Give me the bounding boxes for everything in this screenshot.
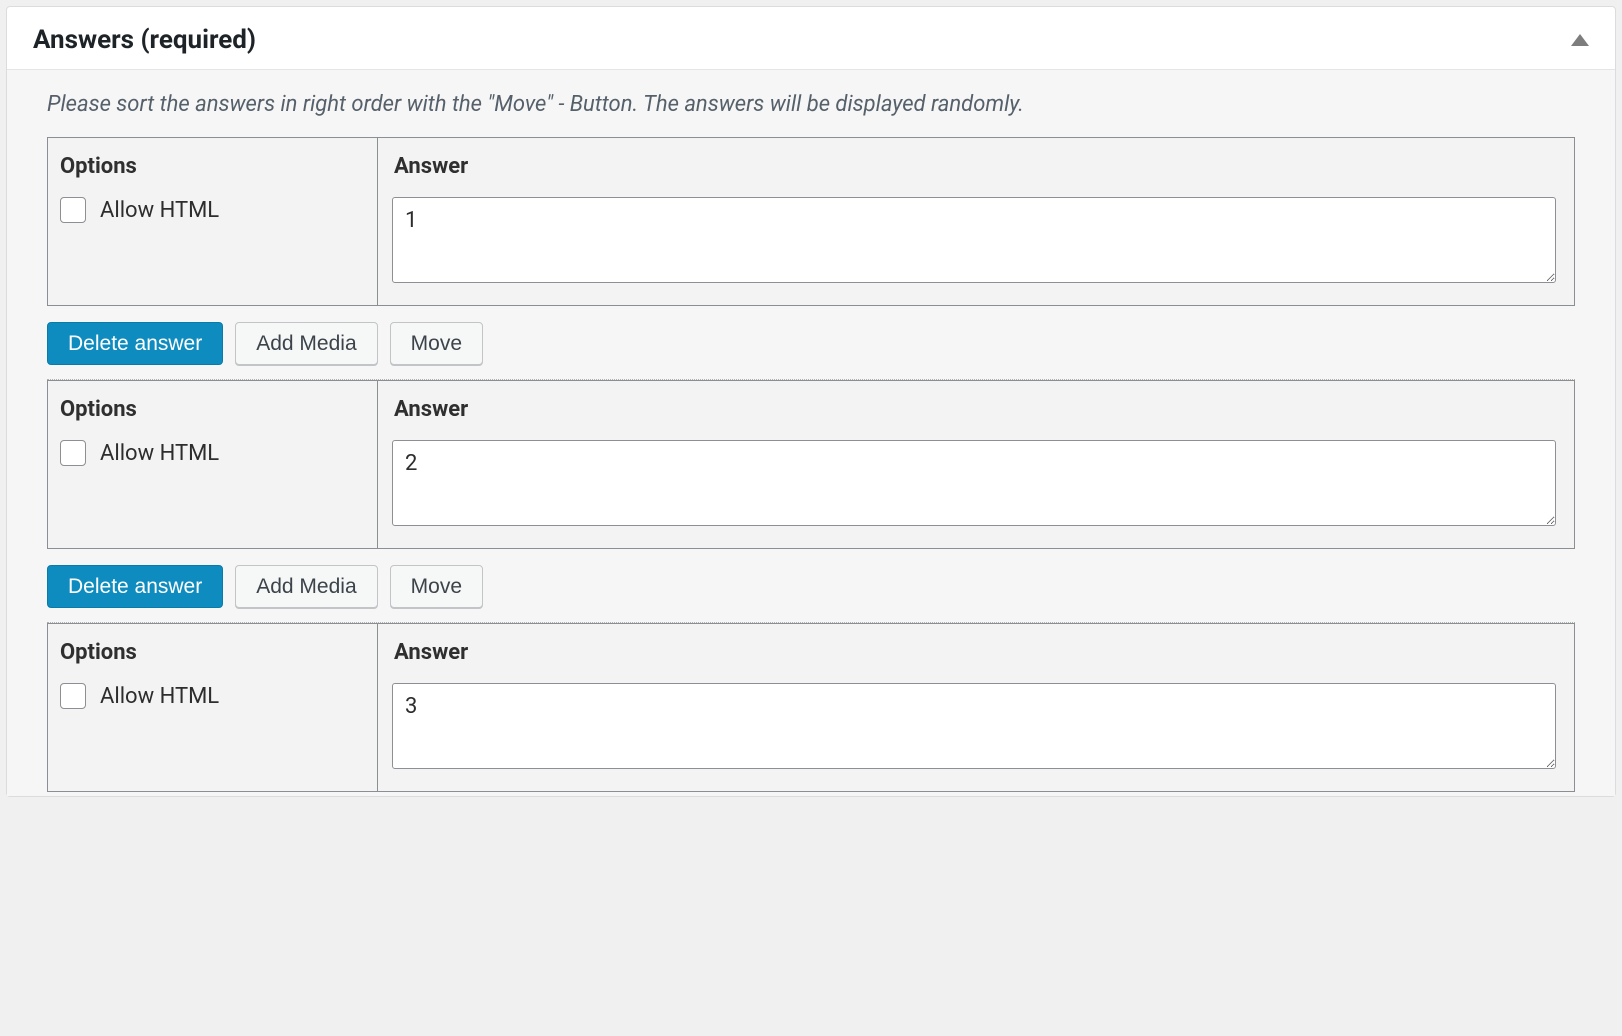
options-header: Options xyxy=(60,640,367,665)
allow-html-row: Allow HTML xyxy=(58,440,367,466)
panel-body: Please sort the answers in right order w… xyxy=(7,70,1615,796)
allow-html-checkbox[interactable] xyxy=(60,683,86,709)
answer-textarea[interactable] xyxy=(392,197,1556,283)
answer-table: Options Allow HTML Answer xyxy=(47,137,1575,306)
answer-block: Options Allow HTML Answer Delete answer … xyxy=(47,137,1575,379)
answer-header: Answer xyxy=(394,154,1556,179)
allow-html-label: Allow HTML xyxy=(100,198,219,223)
collapse-up-icon[interactable] xyxy=(1571,34,1589,46)
answer-block: Options Allow HTML Answer xyxy=(47,623,1575,792)
allow-html-checkbox[interactable] xyxy=(60,197,86,223)
move-button[interactable]: Move xyxy=(390,565,483,608)
answer-textarea[interactable] xyxy=(392,683,1556,769)
delete-answer-button[interactable]: Delete answer xyxy=(47,322,223,365)
add-media-button[interactable]: Add Media xyxy=(235,565,377,608)
move-button[interactable]: Move xyxy=(390,322,483,365)
add-media-button[interactable]: Add Media xyxy=(235,322,377,365)
instruction-text: Please sort the answers in right order w… xyxy=(7,70,1615,137)
answer-button-row: Delete answer Add Media Move xyxy=(47,549,1575,622)
allow-html-row: Allow HTML xyxy=(58,683,367,709)
delete-answer-button[interactable]: Delete answer xyxy=(47,565,223,608)
options-header: Options xyxy=(60,397,367,422)
answer-header: Answer xyxy=(394,397,1556,422)
allow-html-checkbox[interactable] xyxy=(60,440,86,466)
options-header: Options xyxy=(60,154,367,179)
answer-cell: Answer xyxy=(378,381,1575,549)
options-cell: Options Allow HTML xyxy=(48,624,378,792)
panel-title: Answers (required) xyxy=(33,25,256,55)
panel-header: Answers (required) xyxy=(7,7,1615,70)
answer-header: Answer xyxy=(394,640,1556,665)
allow-html-label: Allow HTML xyxy=(100,441,219,466)
answers-panel: Answers (required) Please sort the answe… xyxy=(6,6,1616,797)
answer-cell: Answer xyxy=(378,138,1575,306)
answer-block: Options Allow HTML Answer Delete answer … xyxy=(47,380,1575,622)
answer-table: Options Allow HTML Answer xyxy=(47,623,1575,792)
options-cell: Options Allow HTML xyxy=(48,381,378,549)
answer-button-row: Delete answer Add Media Move xyxy=(47,306,1575,379)
answer-textarea[interactable] xyxy=(392,440,1556,526)
answer-table: Options Allow HTML Answer xyxy=(47,380,1575,549)
answer-cell: Answer xyxy=(378,624,1575,792)
allow-html-label: Allow HTML xyxy=(100,684,219,709)
options-cell: Options Allow HTML xyxy=(48,138,378,306)
allow-html-row: Allow HTML xyxy=(58,197,367,223)
